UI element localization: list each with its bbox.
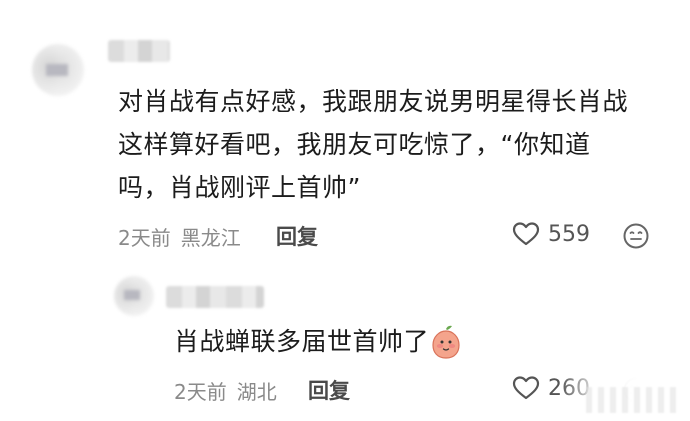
comment-meta: 2天前 黑龙江 xyxy=(118,222,241,251)
watermark-pattern xyxy=(586,387,676,413)
watermark-overlay xyxy=(560,376,690,421)
heart-outline-icon xyxy=(512,376,540,400)
username-blurred[interactable] xyxy=(166,286,264,308)
reply-button[interactable]: 回复 xyxy=(276,221,318,251)
avatar[interactable] xyxy=(32,44,84,96)
heart-outline-icon xyxy=(512,222,540,246)
location: 黑龙江 xyxy=(180,226,241,250)
location: 湖北 xyxy=(236,380,277,404)
smiley-face-icon[interactable] xyxy=(622,222,650,250)
avatar[interactable] xyxy=(114,276,154,316)
comment-text: 肖战蝉联多届世首帅了 xyxy=(174,320,461,363)
comment-text: 对肖战有点好感，我跟朋友说男明星得长肖战 这样算好看吧，我朋友可吃惊了，“你知道… xyxy=(118,80,628,209)
peach-face-sticker-icon xyxy=(432,325,460,359)
like-button[interactable]: 559 xyxy=(512,221,590,247)
comment-line: 肖战蝉联多届世首帅了 xyxy=(174,327,430,356)
reply-button[interactable]: 回复 xyxy=(308,375,350,405)
like-count: 559 xyxy=(548,221,590,247)
timestamp: 2天前 xyxy=(118,226,171,250)
comment-line: 吗，肖战刚评上首帅” xyxy=(118,173,361,202)
comment-line: 对肖战有点好感，我跟朋友说男明星得长肖战 xyxy=(118,87,629,116)
timestamp: 2天前 xyxy=(174,380,227,404)
comment-meta: 2天前 湖北 xyxy=(174,376,277,405)
comment-line: 这样算好看吧，我朋友可吃惊了，“你知道 xyxy=(118,130,591,159)
username-blurred[interactable] xyxy=(108,40,170,62)
